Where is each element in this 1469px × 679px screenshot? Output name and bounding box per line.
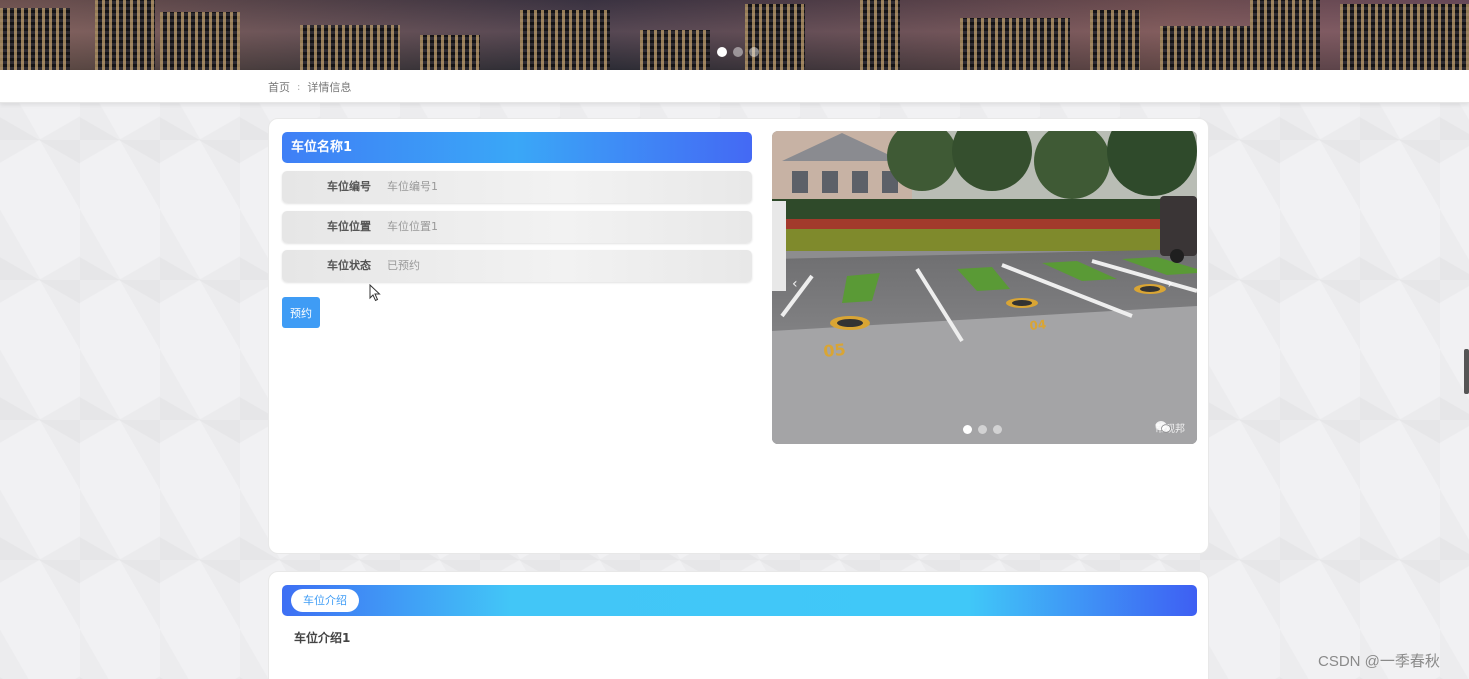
banner-building xyxy=(1340,4,1469,70)
banner-building xyxy=(160,12,240,70)
parking-lot-photo: 05 04 xyxy=(772,131,1197,444)
spot-number-label: 04 xyxy=(1029,317,1047,333)
carousel-dot[interactable] xyxy=(993,425,1002,434)
banner-pagination xyxy=(717,47,759,57)
carousel-next-arrow[interactable]: › xyxy=(1167,276,1173,292)
detail-card: 车位名称1 车位编号 车位编号1 车位位置 车位位置1 车位状态 已预约 预约 xyxy=(268,118,1209,554)
carousel-dot[interactable] xyxy=(978,425,987,434)
carousel-dot[interactable] xyxy=(963,425,972,434)
intro-card: 车位介绍 车位介绍1 xyxy=(268,571,1209,679)
field-value: 车位编号1 xyxy=(387,180,438,193)
field-row-spot-number: 车位编号 车位编号1 xyxy=(282,171,752,203)
breadcrumb-separator: : xyxy=(297,81,301,93)
banner-building xyxy=(420,35,480,70)
breadcrumb-current: 详情信息 xyxy=(307,81,352,94)
banner-dot[interactable] xyxy=(733,47,743,57)
banner-dot[interactable] xyxy=(717,47,727,57)
breadcrumb: 首页 : 详情信息 xyxy=(268,79,351,95)
banner-building xyxy=(745,4,805,70)
field-row-spot-status: 车位状态 已预约 xyxy=(282,250,752,282)
field-row-spot-location: 车位位置 车位位置1 xyxy=(282,211,752,243)
spot-number-label: 05 xyxy=(822,340,846,361)
top-banner xyxy=(0,0,1469,70)
carousel-pagination xyxy=(963,425,1002,434)
breadcrumb-bar: 首页 : 详情信息 xyxy=(0,70,1469,103)
wechat-icon xyxy=(1155,421,1171,433)
field-value: 已预约 xyxy=(387,259,420,272)
banner-building xyxy=(95,0,155,70)
carousel-prev-arrow[interactable]: ‹ xyxy=(792,276,798,292)
mouse-cursor-icon xyxy=(369,284,381,302)
banner-building xyxy=(860,0,900,70)
csdn-watermark: CSDN @一季春秋 xyxy=(1318,653,1440,670)
intro-header-bar: 车位介绍 xyxy=(282,585,1197,616)
banner-building xyxy=(520,10,610,70)
banner-building xyxy=(1090,10,1140,70)
banner-building xyxy=(0,8,70,70)
banner-building xyxy=(1250,0,1320,70)
banner-building xyxy=(300,25,400,70)
breadcrumb-home[interactable]: 首页 xyxy=(268,79,290,95)
intro-tab[interactable]: 车位介绍 xyxy=(291,589,359,612)
field-label: 车位状态 xyxy=(327,259,371,272)
book-button[interactable]: 预约 xyxy=(282,297,320,328)
banner-building xyxy=(960,18,1070,70)
page-scrollbar-thumb[interactable] xyxy=(1464,349,1469,394)
banner-building xyxy=(640,30,710,70)
field-label: 车位编号 xyxy=(327,180,371,193)
field-label: 车位位置 xyxy=(327,220,371,233)
intro-text: 车位介绍1 xyxy=(294,631,351,645)
photo-watermark: 帮观邦 xyxy=(1155,420,1185,435)
banner-dot[interactable] xyxy=(749,47,759,57)
spot-photo-carousel[interactable]: 05 04 ‹ › 帮观邦 xyxy=(772,131,1197,444)
field-value: 车位位置1 xyxy=(387,220,438,233)
banner-building xyxy=(1160,26,1250,70)
spot-title: 车位名称1 xyxy=(282,132,752,163)
